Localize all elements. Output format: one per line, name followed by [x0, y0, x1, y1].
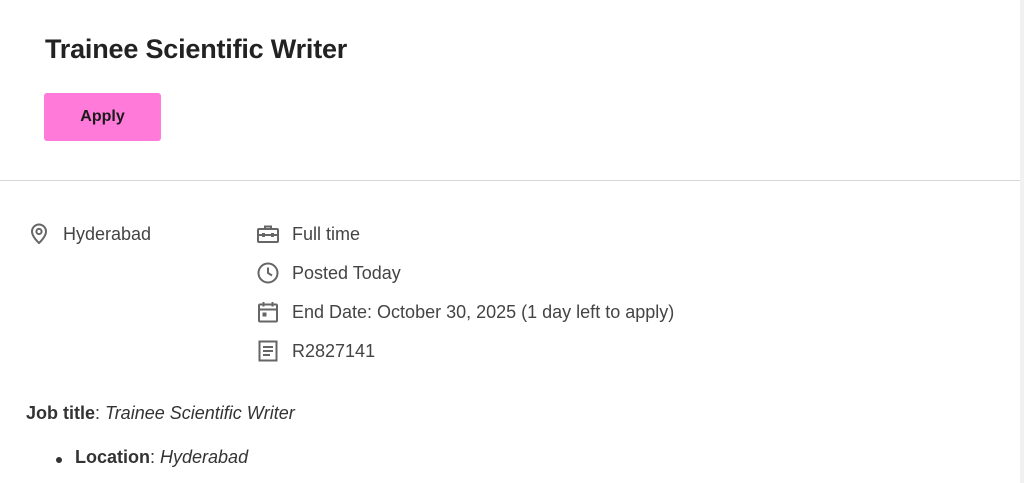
- job-header: Trainee Scientific Writer Apply: [0, 0, 1020, 181]
- location-line: Location: Hyderabad: [75, 447, 248, 468]
- calendar-icon: [256, 300, 280, 324]
- colon: :: [150, 447, 161, 467]
- location-label: Location: [75, 447, 150, 467]
- bullet: [56, 457, 62, 463]
- end-date-row: End Date: October 30, 2025 (1 day left t…: [256, 298, 674, 326]
- location-value: Hyderabad: [160, 447, 249, 467]
- employment-type-text: Full time: [292, 223, 361, 244]
- location-row: Hyderabad: [27, 220, 151, 248]
- colon: :: [95, 403, 106, 423]
- end-date-text: End Date: October 30, 2025 (1 day left t…: [292, 301, 675, 322]
- employment-type-row: Full time: [256, 220, 360, 248]
- job-title-label: Job title: [26, 403, 96, 423]
- location-pin-icon: [27, 222, 51, 246]
- page-title: Trainee Scientific Writer: [45, 34, 348, 64]
- apply-button[interactable]: Apply: [44, 93, 161, 141]
- document-icon: [256, 339, 280, 363]
- requisition-id-row: R2827141: [256, 337, 375, 365]
- job-title-line: Job title: Trainee Scientific Writer: [26, 403, 295, 424]
- posted-text: Posted Today: [292, 262, 401, 283]
- clock-icon: [256, 261, 280, 285]
- job-title-value: Trainee Scientific Writer: [105, 403, 295, 423]
- scrollbar[interactable]: [1020, 0, 1024, 483]
- location-text: Hyderabad: [63, 223, 152, 244]
- requisition-id-text: R2827141: [292, 340, 376, 361]
- briefcase-icon: [256, 222, 280, 246]
- posted-row: Posted Today: [256, 259, 401, 287]
